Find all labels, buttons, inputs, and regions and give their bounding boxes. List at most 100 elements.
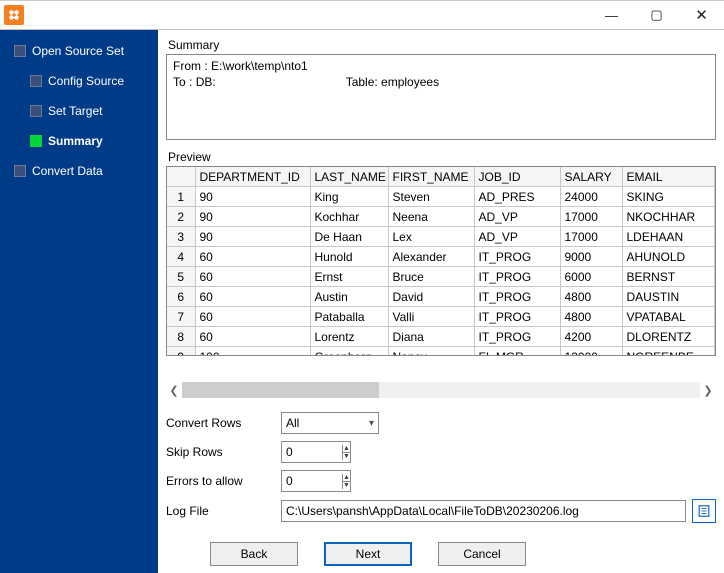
- step-label: Open Source Set: [32, 44, 124, 58]
- cell: IT_PROG: [474, 327, 560, 347]
- column-header[interactable]: FIRST_NAME: [388, 167, 474, 187]
- column-header[interactable]: DEPARTMENT_ID: [195, 167, 310, 187]
- wizard-step[interactable]: Convert Data: [0, 156, 158, 186]
- cell: Bruce: [388, 267, 474, 287]
- minimize-button[interactable]: —: [589, 1, 634, 29]
- cell: VPATABAL: [622, 307, 715, 327]
- cell: 12000: [560, 347, 622, 357]
- table-row[interactable]: 860LorentzDianaIT_PROG4200DLORENTZ: [167, 327, 715, 347]
- browse-log-button[interactable]: [692, 499, 716, 523]
- summary-table-value: employees: [381, 75, 439, 89]
- row-number[interactable]: 6: [167, 287, 195, 307]
- spin-up-icon[interactable]: ▲: [343, 474, 350, 481]
- log-file-label: Log File: [166, 504, 281, 518]
- column-header[interactable]: [167, 167, 195, 187]
- cell: Lex: [388, 227, 474, 247]
- table-row[interactable]: 460HunoldAlexanderIT_PROG9000AHUNOLD: [167, 247, 715, 267]
- wizard-step[interactable]: Config Source: [0, 66, 158, 96]
- convert-rows-value: All: [286, 416, 299, 430]
- row-number[interactable]: 5: [167, 267, 195, 287]
- options-form: Convert Rows All ▾ Skip Rows ▲ ▼: [166, 412, 716, 530]
- scroll-left-icon[interactable]: ❮: [166, 382, 182, 398]
- cell: 60: [195, 327, 310, 347]
- app-window: — ▢ ✕ Open Source Set Config SourceSet Ta…: [0, 0, 724, 573]
- app-icon: [4, 5, 24, 25]
- summary-to: To : DB:Table: employees: [173, 74, 709, 90]
- summary-from-prefix: From :: [173, 59, 211, 73]
- column-header[interactable]: JOB_ID: [474, 167, 560, 187]
- cell: 4800: [560, 287, 622, 307]
- step-box-icon: [14, 165, 26, 177]
- cell: 60: [195, 287, 310, 307]
- table-row[interactable]: 760PataballaValliIT_PROG4800VPATABAL: [167, 307, 715, 327]
- wizard-step[interactable]: Summary: [0, 126, 158, 156]
- wizard-step[interactable]: Set Target: [0, 96, 158, 126]
- step-box-icon: [30, 135, 42, 147]
- cell: 17000: [560, 207, 622, 227]
- spin-down-icon[interactable]: ▼: [343, 452, 350, 460]
- log-file-input[interactable]: C:\Users\pansh\AppData\Local\FileToDB\20…: [281, 500, 686, 522]
- row-number[interactable]: 9: [167, 347, 195, 357]
- table-row[interactable]: 190KingStevenAD_PRES24000SKING: [167, 187, 715, 207]
- row-number[interactable]: 2: [167, 207, 195, 227]
- column-header[interactable]: EMAIL: [622, 167, 715, 187]
- cell: Steven: [388, 187, 474, 207]
- cell: DLORENTZ: [622, 327, 715, 347]
- table-row[interactable]: 660AustinDavidIT_PROG4800DAUSTIN: [167, 287, 715, 307]
- cell: Valli: [388, 307, 474, 327]
- cell: AD_VP: [474, 207, 560, 227]
- summary-box: From : E:\work\temp\nto1 To : DB:Table: …: [166, 54, 716, 140]
- summary-table-prefix: Table:: [346, 75, 381, 89]
- cell: LDEHAAN: [622, 227, 715, 247]
- cell: King: [310, 187, 388, 207]
- cell: 4800: [560, 307, 622, 327]
- next-button[interactable]: Next: [324, 542, 412, 566]
- scroll-right-icon[interactable]: ❯: [700, 382, 716, 398]
- cell: De Haan: [310, 227, 388, 247]
- cell: IT_PROG: [474, 267, 560, 287]
- column-header[interactable]: SALARY: [560, 167, 622, 187]
- maximize-button[interactable]: ▢: [634, 1, 679, 29]
- spin-down-icon[interactable]: ▼: [343, 481, 350, 489]
- cancel-button[interactable]: Cancel: [438, 542, 526, 566]
- cell: Diana: [388, 327, 474, 347]
- row-number[interactable]: 7: [167, 307, 195, 327]
- titlebar: — ▢ ✕: [0, 1, 724, 29]
- column-header[interactable]: LAST_NAME: [310, 167, 388, 187]
- preview-table: DEPARTMENT_IDLAST_NAMEFIRST_NAMEJOB_IDSA…: [167, 167, 715, 356]
- cell: Pataballa: [310, 307, 388, 327]
- skip-rows-input[interactable]: [282, 443, 342, 461]
- convert-rows-select[interactable]: All ▾: [281, 412, 379, 434]
- convert-rows-label: Convert Rows: [166, 416, 281, 430]
- errors-spinner[interactable]: ▲ ▼: [281, 470, 351, 492]
- close-button[interactable]: ✕: [679, 1, 724, 29]
- cell: David: [388, 287, 474, 307]
- skip-rows-spinner[interactable]: ▲ ▼: [281, 441, 351, 463]
- log-file-value: C:\Users\pansh\AppData\Local\FileToDB\20…: [286, 504, 579, 518]
- row-number[interactable]: 8: [167, 327, 195, 347]
- scroll-track[interactable]: [182, 382, 700, 398]
- back-button[interactable]: Back: [210, 542, 298, 566]
- table-row[interactable]: 560ErnstBruceIT_PROG6000BERNST: [167, 267, 715, 287]
- window-controls: — ▢ ✕: [589, 1, 724, 29]
- table-row[interactable]: 390De HaanLexAD_VP17000LDEHAAN: [167, 227, 715, 247]
- horizontal-scrollbar[interactable]: ❮ ❯: [166, 382, 716, 398]
- chevron-down-icon: ▾: [365, 418, 374, 429]
- scroll-thumb[interactable]: [182, 382, 379, 398]
- cell: BERNST: [622, 267, 715, 287]
- wizard-step[interactable]: Open Source Set: [0, 36, 158, 66]
- cell: Ernst: [310, 267, 388, 287]
- spin-up-icon[interactable]: ▲: [343, 445, 350, 452]
- cell: AHUNOLD: [622, 247, 715, 267]
- table-row[interactable]: 290KochharNeenaAD_VP17000NKOCHHAR: [167, 207, 715, 227]
- errors-input[interactable]: [282, 472, 342, 490]
- document-icon: [697, 504, 711, 518]
- summary-to-db: DB:: [196, 74, 346, 90]
- row-number[interactable]: 1: [167, 187, 195, 207]
- cell: Nancy: [388, 347, 474, 357]
- row-number[interactable]: 4: [167, 247, 195, 267]
- cell: 17000: [560, 227, 622, 247]
- row-number[interactable]: 3: [167, 227, 195, 247]
- table-row[interactable]: 9100GreenbergNancyFI_MGR12000NGREENBE: [167, 347, 715, 357]
- cell: 6000: [560, 267, 622, 287]
